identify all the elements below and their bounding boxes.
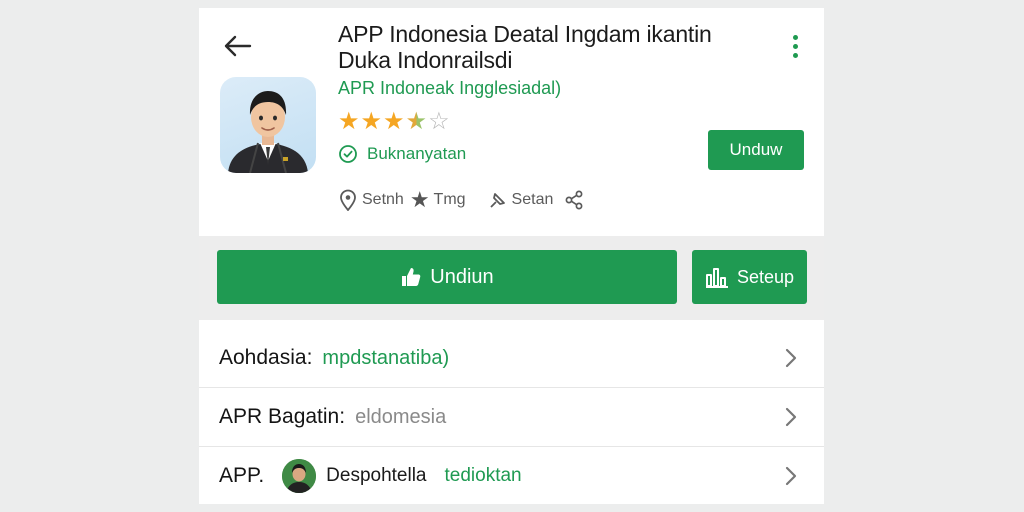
list-item-label: APP. bbox=[219, 464, 265, 487]
app-subtitle: APR Indoneak Ingglesiadal) bbox=[338, 78, 562, 98]
chevron-right-icon bbox=[785, 407, 797, 427]
star-full-icon: ★ bbox=[360, 108, 383, 135]
thumbs-up-icon bbox=[402, 268, 421, 286]
back-button[interactable] bbox=[217, 26, 257, 66]
rating-stars: ★ ★ ★ ★ ☆ bbox=[338, 108, 450, 136]
list-item-label: Aohdasia: bbox=[219, 346, 313, 369]
install-status-label: Buknanyatan bbox=[367, 144, 467, 163]
star-full-icon: ★ bbox=[338, 108, 360, 135]
download-button-label: Undiun bbox=[430, 265, 494, 288]
install-status: Buknanyatan bbox=[338, 144, 466, 164]
person-portrait-icon bbox=[228, 91, 308, 173]
location-pin-icon bbox=[340, 189, 356, 211]
meta-location[interactable]: Setnh bbox=[338, 189, 404, 211]
dot-icon bbox=[792, 43, 798, 49]
meta-location-label: Setnh bbox=[362, 191, 404, 208]
share-icon bbox=[565, 190, 583, 210]
arrow-left-icon bbox=[224, 35, 252, 57]
avatar bbox=[282, 459, 317, 493]
list-item[interactable]: APR Bagatin: eldomesia bbox=[199, 388, 824, 446]
app-detail-card: APP Indonesia Deatal Ingdam ikantin Duka… bbox=[199, 8, 824, 504]
meta-settings[interactable]: Setan bbox=[488, 190, 554, 210]
list-item-label: APR Bagatin: bbox=[219, 405, 346, 428]
meta-rating-label: Tmg bbox=[433, 191, 466, 208]
app-icon-avatar bbox=[220, 77, 316, 173]
dot-icon bbox=[792, 34, 798, 40]
app-header: APP Indonesia Deatal Ingdam ikantin Duka… bbox=[199, 8, 824, 236]
meta-rating[interactable]: ★ Tmg bbox=[409, 187, 466, 212]
meta-row: Setnh ★ Tmg Setan bbox=[338, 189, 585, 211]
check-circle-icon bbox=[339, 145, 357, 163]
star-half-icon: ★ bbox=[405, 108, 428, 135]
star-empty-icon: ☆ bbox=[428, 108, 450, 135]
download-button[interactable]: Undiun bbox=[217, 250, 677, 304]
list-item-value: mpdstanatiba) bbox=[322, 346, 450, 369]
chart-bars-icon bbox=[705, 268, 728, 288]
dot-icon bbox=[792, 52, 798, 58]
share-button[interactable] bbox=[563, 189, 585, 211]
chevron-right-icon bbox=[785, 348, 797, 368]
person-avatar-icon bbox=[282, 459, 317, 493]
list-item[interactable]: Aohdasia: mpdstanatiba) bbox=[199, 329, 824, 387]
app-title: APP Indonesia Deatal Ingdam ikantin Duka… bbox=[338, 21, 712, 73]
meta-settings-label: Setan bbox=[511, 191, 554, 208]
list-item-name: Despohtella bbox=[326, 465, 427, 486]
more-options-button[interactable] bbox=[779, 24, 811, 68]
star-full-icon: ★ bbox=[383, 108, 405, 135]
chevron-right-icon bbox=[785, 466, 797, 486]
list-item-value: tedioktan bbox=[444, 465, 522, 486]
install-button[interactable]: Unduw bbox=[708, 130, 804, 170]
setup-button-label: Seteup bbox=[736, 266, 795, 287]
setup-button[interactable]: Seteup bbox=[692, 250, 807, 304]
list-item[interactable]: APP. Despohtella tedioktan bbox=[199, 447, 824, 504]
pin-tag-icon bbox=[489, 193, 505, 208]
star-icon: ★ bbox=[409, 187, 430, 212]
list-item-value: eldomesia bbox=[355, 405, 447, 428]
